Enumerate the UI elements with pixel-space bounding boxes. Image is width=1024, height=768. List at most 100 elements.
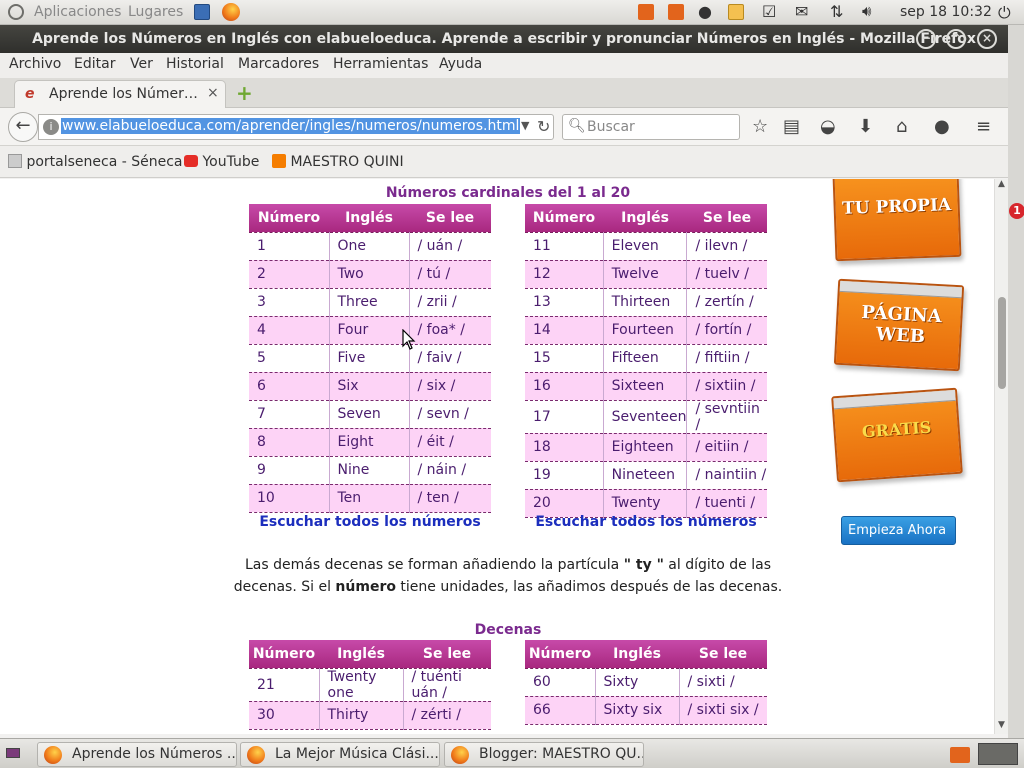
cell-pronunciation: / náin /: [409, 456, 491, 485]
menu-archivo[interactable]: Archivo: [9, 56, 61, 72]
places-menu[interactable]: Lugares: [128, 4, 183, 20]
menu-ver[interactable]: Ver: [130, 56, 153, 72]
folder-icon[interactable]: [668, 4, 684, 20]
cell-number: 6: [249, 372, 330, 401]
table-row: 7 Seven / sevn /: [249, 400, 491, 429]
volume-icon[interactable]: 🔊︎: [862, 2, 871, 20]
cell-pronunciation: / ten /: [409, 484, 491, 513]
maximize-icon[interactable]: ^: [946, 29, 966, 49]
cell-number: 1: [249, 232, 330, 261]
scroll-down-icon[interactable]: ▼: [998, 720, 1005, 730]
section-title-tens: Decenas: [474, 622, 542, 638]
table-row: 60 Sixty / sixti /: [525, 668, 767, 697]
network-icon[interactable]: ⇅: [830, 2, 843, 21]
col-header: Número: [525, 204, 604, 233]
info-icon[interactable]: i: [43, 119, 59, 135]
new-tab-icon[interactable]: +: [236, 81, 253, 105]
bookmark-item[interactable]: YouTube: [184, 154, 259, 170]
mail-icon[interactable]: ✉: [795, 2, 808, 21]
minimize-icon[interactable]: −: [916, 29, 936, 49]
cell-number: 10: [249, 484, 330, 513]
download-icon[interactable]: ⬇: [858, 117, 873, 137]
chat-icon[interactable]: ●: [934, 117, 950, 137]
cell-pronunciation: / faiv /: [409, 344, 491, 373]
close-icon[interactable]: ×: [977, 29, 997, 49]
col-header: Se lee: [679, 640, 767, 669]
reload-icon[interactable]: ↻: [537, 117, 550, 136]
cell-number: 12: [525, 260, 604, 289]
text-editor-icon[interactable]: [194, 4, 210, 20]
url-bar[interactable]: i www.elabueloeduca.com/aprender/ingles/…: [38, 114, 554, 140]
menu-editar[interactable]: Editar: [74, 56, 115, 72]
col-header: Se lee: [409, 204, 491, 233]
hamburger-menu-icon[interactable]: ≡: [976, 117, 991, 137]
cell-english: Two: [329, 260, 410, 289]
menu-ayuda[interactable]: Ayuda: [439, 56, 482, 72]
pocket-icon[interactable]: ◒: [820, 117, 836, 137]
menu-herramientas[interactable]: Herramientas: [333, 56, 428, 72]
search-input[interactable]: Buscar: [587, 119, 635, 135]
scroll-up-icon[interactable]: ▲: [998, 179, 1005, 189]
reading-list-icon[interactable]: ▤: [783, 117, 800, 137]
bookmark-item[interactable]: portalseneca - Séneca: [8, 154, 183, 170]
user-icon[interactable]: ●: [698, 2, 712, 21]
window-right-edge: 1: [1008, 25, 1024, 738]
ad-card-gratis[interactable]: GRATIS: [831, 387, 963, 483]
notification-badge[interactable]: 1: [1009, 203, 1024, 219]
page-scrollbar[interactable]: ▲ ▼: [994, 179, 1008, 734]
taskbar-item-2[interactable]: La Mejor Música Clási...: [240, 742, 440, 767]
cell-pronunciation: / tú /: [409, 260, 491, 289]
cell-pronunciation: / tuenti /: [686, 489, 767, 518]
firefox-icon[interactable]: [222, 3, 240, 21]
workspace-switcher[interactable]: [978, 743, 1018, 765]
tab-active[interactable]: e Aprende los Númer… ×: [14, 80, 226, 109]
home-icon[interactable]: ⌂: [896, 117, 907, 137]
ad-card-pagina-web[interactable]: PÁGINA WEB: [833, 278, 965, 372]
cell-pronunciation: / fiftiin /: [686, 344, 767, 373]
cell-number: 5: [249, 344, 330, 373]
folder-icon[interactable]: [638, 4, 654, 20]
search-box[interactable]: 🔍︎ Buscar: [562, 114, 740, 140]
url-text[interactable]: www.elabueloeduca.com/aprender/ingles/nu…: [61, 118, 521, 134]
back-button[interactable]: ←: [8, 112, 38, 142]
show-desktop-icon[interactable]: [6, 748, 20, 758]
ubuntu-logo-icon[interactable]: [8, 4, 24, 20]
menu-marcadores[interactable]: Marcadores: [238, 56, 319, 72]
listen-all-link-left[interactable]: Escuchar todos los números: [249, 514, 491, 530]
scroll-thumb[interactable]: [998, 297, 1006, 389]
checkbox-icon[interactable]: ☑: [762, 2, 776, 21]
clock[interactable]: sep 18 10:32: [900, 4, 992, 20]
para-text: al dígito de las: [663, 557, 771, 573]
taskbar-label: La Mejor Música Clási...: [275, 746, 439, 762]
table-row: 14 Fourteen / fortín /: [525, 316, 767, 345]
table-row: 6 Six / six /: [249, 372, 491, 401]
cell-pronunciation: / zertín /: [686, 288, 767, 317]
cell-pronunciation: / uán /: [409, 232, 491, 261]
power-icon[interactable]: ⏻: [998, 3, 1011, 23]
ad-card-bar: [833, 389, 956, 410]
navigation-bar: ← i www.elabueloeduca.com/aprender/ingle…: [0, 108, 1008, 146]
menu-historial[interactable]: Historial: [166, 56, 224, 72]
tab-close-icon[interactable]: ×: [207, 85, 219, 101]
bookmark-star-icon[interactable]: ☆: [752, 117, 768, 137]
table-row: 30 Thirty / zérti /: [249, 701, 491, 730]
cell-pronunciation: / naintiin /: [686, 461, 767, 490]
taskbar-item-1[interactable]: Aprende los Números ...: [37, 742, 237, 767]
table-row: 12 Twelve / tuelv /: [525, 260, 767, 289]
table-row: 19 Nineteen / naintiin /: [525, 461, 767, 490]
tens-explanation: Las demás decenas se forman añadiendo la…: [220, 554, 796, 598]
cell-pronunciation: / sixti six /: [679, 696, 767, 725]
cell-number: 14: [525, 316, 604, 345]
dropdown-icon[interactable]: ▼: [521, 119, 529, 132]
cell-english: Sixty: [595, 668, 680, 697]
applications-menu[interactable]: Aplicaciones: [34, 4, 121, 20]
start-now-button[interactable]: Empieza Ahora ▶: [841, 516, 956, 564]
col-header: Inglés: [329, 204, 409, 233]
bookmark-item[interactable]: MAESTRO QUINI: [272, 154, 404, 170]
taskbar-item-3[interactable]: Blogger: MAESTRO QU...: [444, 742, 644, 767]
ad-card-tu-propia[interactable]: TU PROPIA: [832, 179, 962, 262]
listen-all-link-right[interactable]: Escuchar todos los números: [525, 514, 767, 530]
update-icon[interactable]: [728, 4, 744, 20]
cell-pronunciation: / eitiin /: [686, 433, 767, 462]
folder-icon[interactable]: [950, 747, 970, 763]
